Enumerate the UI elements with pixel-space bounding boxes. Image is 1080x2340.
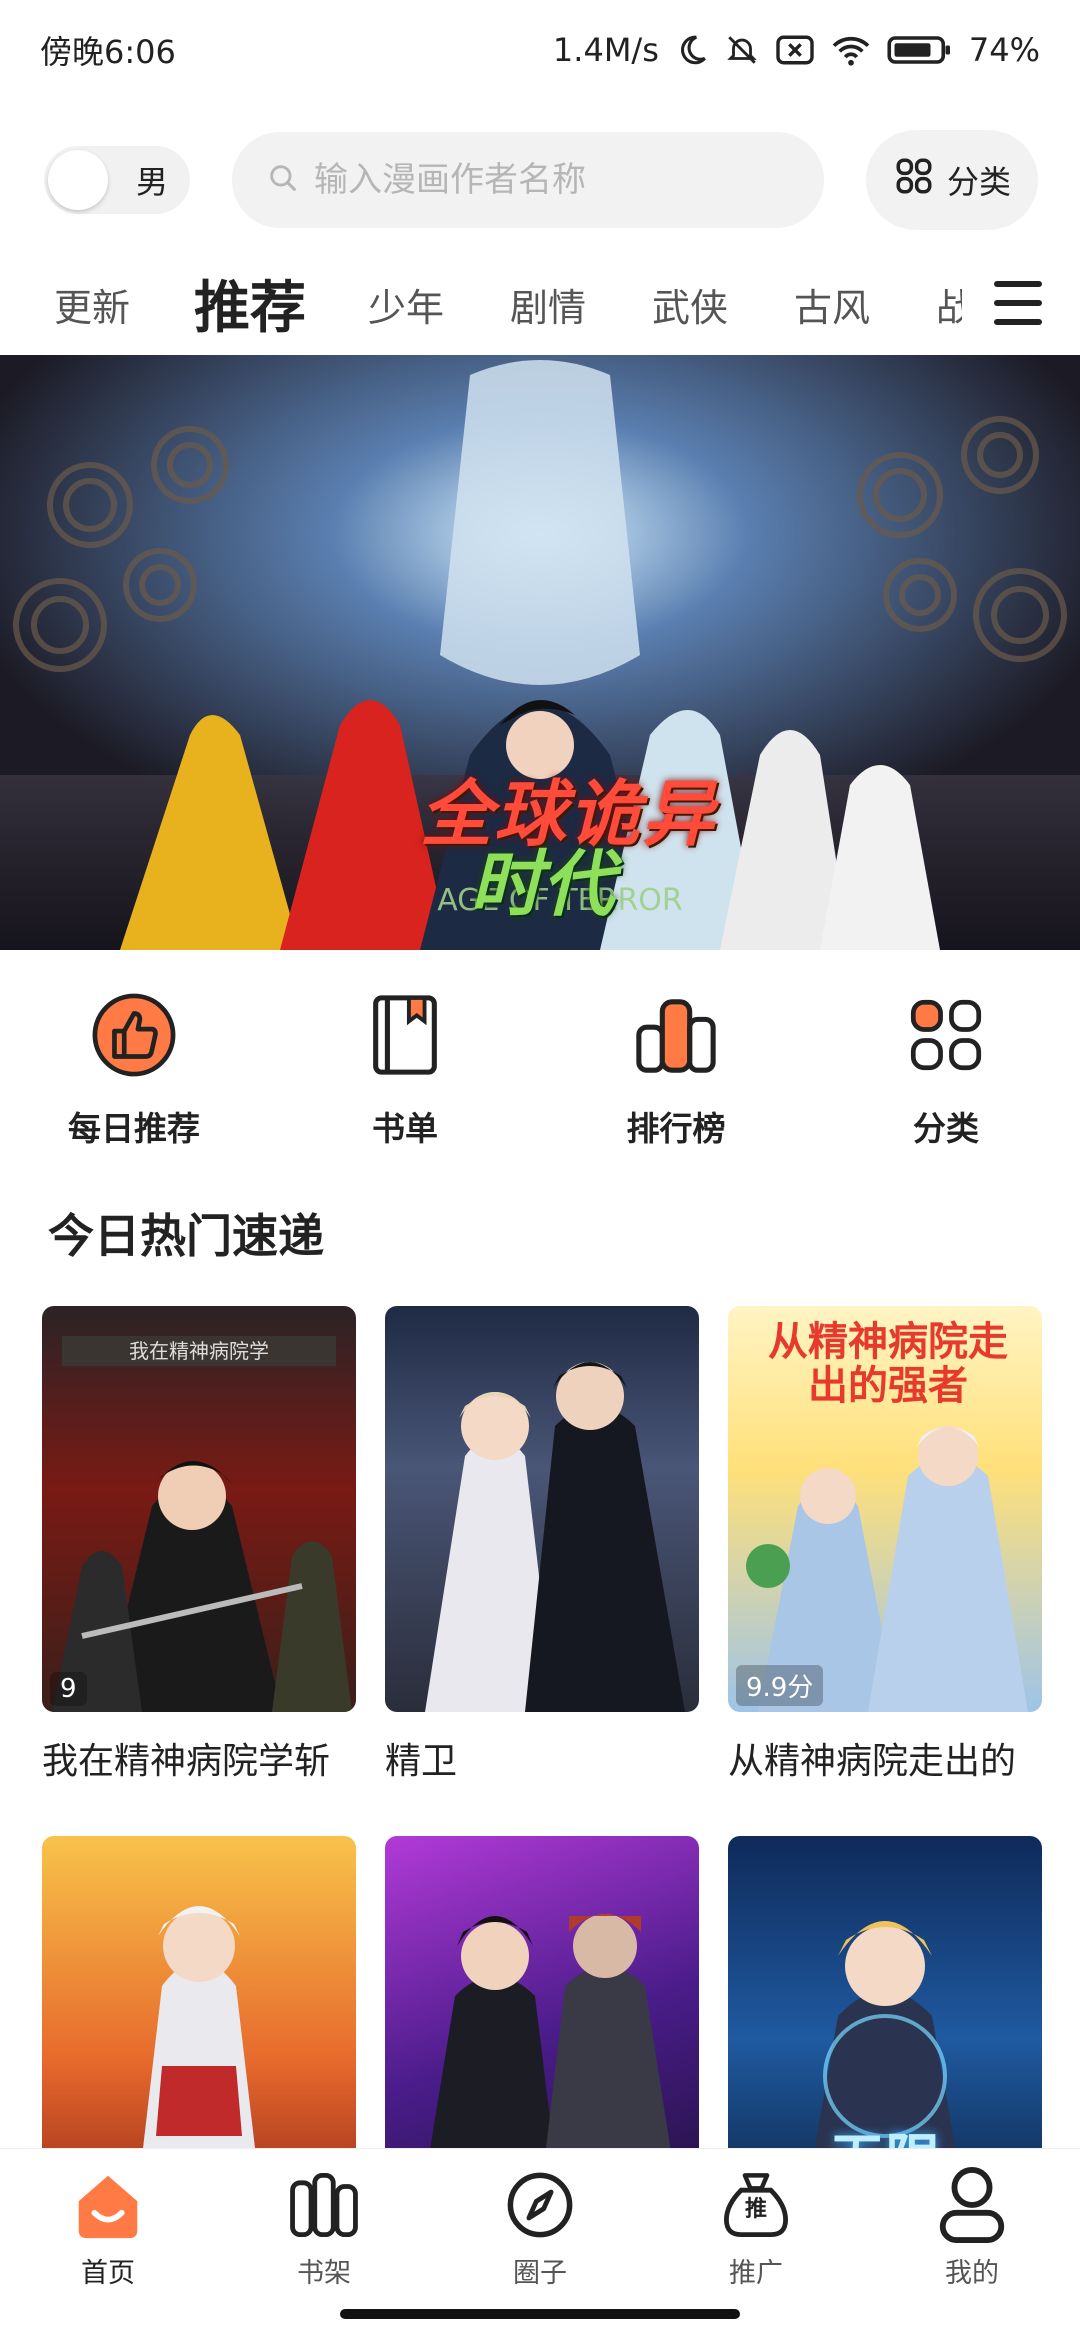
compass-icon — [500, 2165, 580, 2245]
shortcut-ranking-label: 排行榜 — [626, 1109, 726, 1148]
comic-cover: 从精神病院走出的强者 9.9分 — [728, 1306, 1042, 1712]
cover-art — [52, 1461, 352, 1712]
shortcut-ranking[interactable]: 排行榜 — [576, 990, 776, 1150]
status-bar: 傍晚6:06 1.4M/s 74% — [0, 0, 1080, 100]
mute-bell-icon — [725, 33, 759, 67]
tab-recommend[interactable]: 推荐 — [194, 263, 306, 344]
cover-art — [425, 1362, 685, 1712]
shortcut-daily-label: 每日推荐 — [68, 1109, 200, 1148]
comic-score: 9.9分 — [736, 1665, 824, 1706]
shortcut-category-label: 分类 — [913, 1109, 979, 1148]
home-indicator[interactable] — [340, 2309, 740, 2319]
profile-icon — [932, 2165, 1012, 2245]
nav-promote-label: 推广 — [729, 2258, 783, 2289]
shortcut-row: 每日推荐 书单 排行榜 分类 — [0, 990, 1080, 1150]
bookshelf-icon — [284, 2165, 364, 2245]
nav-profile[interactable]: 我的 — [897, 2165, 1047, 2290]
battery-icon — [887, 33, 953, 67]
comic-cover — [385, 1306, 699, 1712]
moon-icon — [675, 33, 709, 67]
search-icon — [266, 161, 300, 199]
status-icons: 1.4M/s 74% — [553, 31, 1040, 69]
category-tabs: 更新 推荐 少年 剧情 武侠 古风 战 — [0, 255, 1080, 355]
wifi-icon — [831, 33, 871, 67]
ranking-icon — [631, 990, 721, 1080]
tab-shonen[interactable]: 少年 — [368, 277, 444, 332]
tab-ancient[interactable]: 古风 — [794, 277, 870, 332]
category-label: 分类 — [946, 163, 1011, 201]
network-speed: 1.4M/s — [552, 31, 659, 69]
comic-title: 我在精神病院学斩 — [42, 1741, 331, 1782]
search-input[interactable] — [314, 160, 794, 200]
nav-bookshelf[interactable]: 书架 — [249, 2165, 399, 2290]
gender-label: 男 — [135, 163, 168, 201]
comic-card[interactable]: 我在精神病院学 9 我在精神病院学斩 — [42, 1306, 356, 1784]
no-sim-icon — [775, 33, 815, 67]
grid-icon — [893, 155, 935, 205]
hero-banner[interactable]: AGE OF TERROR 全球诡异 时代 — [0, 355, 1080, 950]
nav-promote[interactable]: 推 推广 — [681, 2165, 831, 2290]
comic-cover: 我在精神病院学 9 — [42, 1306, 356, 1712]
nav-circle[interactable]: 圈子 — [465, 2165, 615, 2290]
shortcut-booklist-label: 书单 — [372, 1109, 438, 1148]
comic-card[interactable]: 精卫 — [385, 1306, 699, 1784]
nav-bookshelf-label: 书架 — [297, 2258, 351, 2289]
tab-update[interactable]: 更新 — [54, 277, 130, 332]
category-button[interactable]: 分类 — [866, 130, 1038, 230]
home-icon — [68, 2165, 148, 2245]
thumbs-up-icon — [89, 990, 179, 1080]
tab-clipped[interactable]: 战 — [936, 277, 962, 332]
promote-badge-text: 推 — [744, 2197, 767, 2222]
tab-drama[interactable]: 剧情 — [510, 277, 586, 332]
menu-icon[interactable] — [994, 281, 1042, 325]
status-time: 傍晚6:06 — [40, 33, 176, 71]
comic-title: 从精神病院走出的 — [728, 1741, 1017, 1782]
toggle-knob — [48, 150, 108, 210]
banner-title-line2: 时代 — [470, 842, 615, 926]
grid-icon — [901, 990, 991, 1080]
shortcut-booklist[interactable]: 书单 — [305, 990, 505, 1150]
nav-home[interactable]: 首页 — [33, 2165, 183, 2290]
comic-card[interactable]: 从精神病院走出的强者 9.9分 从精神病院走出的 — [728, 1306, 1042, 1784]
tab-wuxia[interactable]: 武侠 — [652, 277, 728, 332]
gender-toggle[interactable]: 男 — [44, 146, 190, 214]
nav-home-label: 首页 — [81, 2258, 135, 2289]
comic-score: 9 — [50, 1672, 87, 1706]
shortcut-category[interactable]: 分类 — [846, 990, 1046, 1150]
comic-title: 精卫 — [385, 1741, 458, 1782]
shortcut-daily[interactable]: 每日推荐 — [34, 990, 234, 1150]
search-box[interactable] — [232, 132, 824, 228]
battery-level: 74% — [968, 31, 1040, 69]
nav-profile-label: 我的 — [945, 2258, 999, 2289]
search-row: 男 分类 — [0, 130, 1080, 230]
cover-art — [746, 1426, 1028, 1712]
section-title: 今日热门速递 — [48, 1209, 324, 1263]
book-icon — [360, 990, 450, 1080]
promote-bag-icon: 推 — [716, 2165, 796, 2245]
nav-circle-label: 圈子 — [513, 2258, 567, 2289]
